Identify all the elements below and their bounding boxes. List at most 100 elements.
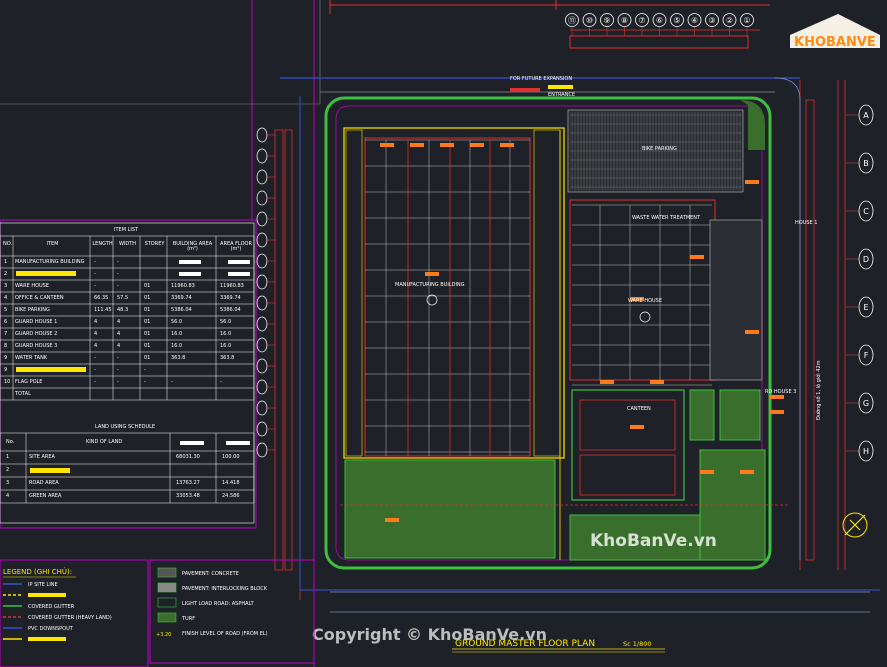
dimension-marker — [410, 143, 424, 147]
item-cell: 4 — [94, 343, 98, 349]
dimension-marker — [385, 518, 399, 522]
dimension-marker — [700, 470, 714, 474]
grid-bubble-label: E — [863, 303, 868, 312]
item-cell: - — [117, 379, 119, 385]
land-cell: 2 — [6, 467, 10, 473]
item-cell: 11960.83 — [171, 283, 195, 289]
grid-bubble-label: C — [863, 207, 869, 216]
dimension-marker — [500, 143, 514, 147]
grid-bubble-label: A — [863, 111, 869, 120]
item-cell: - — [117, 355, 119, 361]
item-list-title: ITEM LIST — [114, 227, 139, 233]
item-cell: - — [117, 271, 119, 277]
legend-level-mark: +3.20 — [156, 632, 171, 638]
grid-bubble-label: ⑧ — [621, 16, 628, 25]
label-waste-water: WASTE WATER TREATMENT — [632, 215, 701, 221]
item-header: BUILDING AREA (m²) — [172, 241, 213, 252]
item-header: NO. — [2, 241, 13, 247]
grid-bubble-label: ① — [743, 16, 750, 25]
item-cell: 4 — [117, 331, 121, 337]
item-cell: - — [94, 283, 96, 289]
item-cell: 2 — [4, 271, 8, 277]
land-cell: 1 — [6, 454, 10, 460]
item-cell: 3 — [4, 283, 8, 289]
item-cell: - — [144, 367, 146, 373]
legend-item: COVERED GUTTER — [28, 604, 75, 610]
dimension-marker — [745, 330, 759, 334]
item-cell: FLAG POLE — [15, 379, 43, 385]
item-cell: 16.0 — [220, 343, 232, 349]
item-cell: MANUFACTURING BUILDING — [15, 259, 85, 265]
land-using-table: LAND USING SCHEDULE No. KIND OF LAND 1 SIT… — [0, 421, 254, 523]
legend-item: PAVEMENT: CONCRETE — [182, 571, 239, 577]
dimension-marker — [770, 410, 784, 414]
item-cell: - — [220, 379, 222, 385]
item-cell: - — [117, 367, 119, 373]
land-cell: GREEN AREA — [29, 493, 62, 499]
item-header: WIDTH — [118, 241, 137, 247]
item-header: ITEM — [46, 241, 59, 247]
land-cell: 4 — [6, 493, 10, 499]
grid-bubble-label: ② — [726, 16, 733, 25]
label-guard-house-3: RD HOUSE 3 — [765, 389, 796, 395]
item-cell: - — [171, 379, 173, 385]
item-cell: 3369.74 — [220, 295, 241, 301]
grid-bubble-label: F — [864, 351, 869, 360]
dimension-marker — [440, 143, 454, 147]
item-cell: - — [117, 283, 119, 289]
item-cell: 01 — [144, 295, 151, 301]
land-cell: ROAD AREA — [29, 480, 59, 486]
item-cell: 5386.04 — [171, 307, 192, 313]
label-canteen: CANTEEN — [627, 406, 651, 412]
item-cell: 66.35 — [94, 295, 109, 301]
legend-item: TURF — [181, 616, 195, 622]
item-cell: GUARD HOUSE 3 — [15, 343, 58, 349]
dimension-marker — [630, 425, 644, 429]
item-cell: - — [94, 355, 96, 361]
item-cell: 4 — [94, 331, 98, 337]
land-cell: 13763.27 — [176, 480, 200, 486]
dimension-marker — [690, 255, 704, 259]
item-cell: 16.0 — [171, 331, 183, 337]
grid-bubble-label: ③ — [708, 16, 715, 25]
label-future-expansion: FOR FUTURE EXPANSION — [510, 76, 572, 82]
item-cell: GUARD HOUSE 2 — [15, 331, 58, 337]
item-cell: 4 — [117, 319, 121, 325]
plan-scale: Sc 1/800 — [623, 640, 652, 648]
label-bike-parking: BIKE PARKING — [642, 146, 677, 152]
item-cell: 4 — [94, 319, 98, 325]
item-cell: 01 — [144, 331, 151, 337]
grid-bubble-label: ⑥ — [656, 16, 663, 25]
item-cell: 57.5 — [117, 295, 129, 301]
dimension-marker — [745, 180, 759, 184]
item-cell: WARE HOUSE — [15, 283, 50, 289]
item-header: AREA FLOOR (m²) — [220, 241, 252, 252]
label-entrance: ENTRANCE — [548, 92, 575, 98]
land-cell: 33053.48 — [176, 493, 200, 499]
item-cell: GUARD HOUSE 1 — [15, 319, 58, 325]
item-cell: 1 — [4, 259, 8, 265]
item-cell: 10 — [4, 379, 11, 385]
item-cell: 363.8 — [171, 355, 186, 361]
label-guard-house-1: HOUSE 1 — [795, 220, 817, 226]
item-cell: BIKE PARKING — [15, 307, 50, 313]
land-cell: 24.586 — [222, 493, 240, 499]
grid-bubble-label: H — [863, 447, 869, 456]
grid-bubble-label: ⑪ — [568, 16, 576, 25]
item-cell: 4 — [4, 295, 8, 301]
item-cell: 7 — [4, 331, 8, 337]
grid-bubble-label: ⑤ — [673, 16, 680, 25]
dimension-marker — [770, 395, 784, 399]
legend-item: IP SITE LINE — [28, 582, 58, 588]
legend-title: LEGEND (GHI CHÚ): — [3, 567, 72, 576]
item-cell: 56.0 — [171, 319, 183, 325]
item-cell: - — [94, 367, 96, 373]
legend-item: PVC DOWNSPOUT — [28, 626, 74, 632]
land-using-title: LAND USING SCHEDULE — [95, 424, 156, 430]
item-list-table: ITEM LIST NO. ITEM LENGTH WIDTH STOREY BUILDI… — [0, 223, 254, 421]
item-cell: 9 — [4, 355, 8, 361]
item-cell: 111.45 — [94, 307, 112, 313]
grid-bubble-label: ⑩ — [586, 16, 593, 25]
label-road-name: Đường số 1, lộ giới 42m — [815, 360, 822, 420]
land-cell: 3 — [6, 480, 10, 486]
